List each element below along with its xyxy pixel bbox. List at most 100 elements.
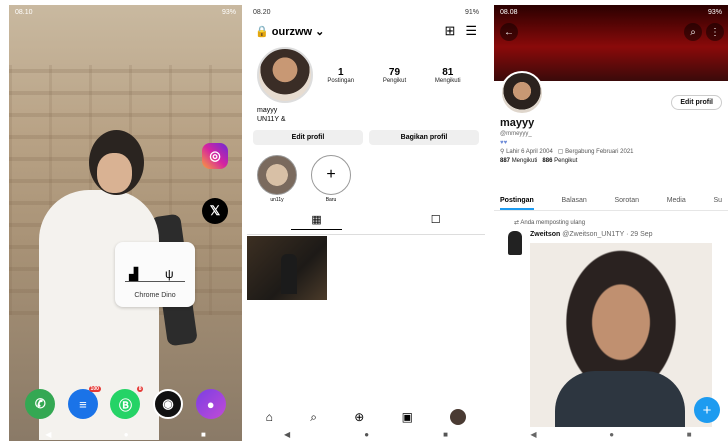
profile-actions: Edit profil Bagikan profil xyxy=(247,124,485,151)
more-options-icon[interactable]: ⋮ xyxy=(706,23,724,41)
new-highlight[interactable]: + Baru xyxy=(311,155,351,203)
profile-avatar[interactable] xyxy=(257,47,313,103)
profile-dates: ⚲ Lahir 6 April 2004 ▢ Bergabung Februar… xyxy=(500,148,722,157)
status-bar: 08.08 93% xyxy=(494,5,728,19)
tweet-handle: @Zweitson_UN1TY · 29 Sep xyxy=(562,231,653,238)
profile-info: mayyy @mmeyyy_ ♥♥ ⚲ Lahir 6 April 2004 ▢… xyxy=(500,117,722,166)
nav-home-button[interactable]: ● xyxy=(609,430,614,439)
status-battery: 91% xyxy=(464,8,479,16)
grid-tab-icon[interactable]: ▦ xyxy=(291,213,342,230)
nav-recents-button[interactable]: ■ xyxy=(443,430,448,439)
post-thumbnail[interactable] xyxy=(247,236,327,300)
profile-banner: 08.08 93% ← ⌕ ⋮ xyxy=(494,5,728,81)
tagged-tab-icon[interactable]: ☐ xyxy=(431,213,441,230)
following-link[interactable]: 887 Mengikuti xyxy=(500,158,537,164)
highlight-label: un11y xyxy=(270,197,284,203)
user-handle: @mmeyyy_ xyxy=(500,131,532,137)
create-post-icon[interactable]: ⊞ xyxy=(444,23,455,39)
whatsapp-app-icon[interactable]: Ⓑ 8 xyxy=(110,386,144,419)
stat-posts[interactable]: 1 Postingan xyxy=(327,67,354,84)
system-nav-bar: ◀ ● ■ xyxy=(494,427,728,441)
status-time: 08.08 xyxy=(500,8,518,16)
display-name: mayyy xyxy=(257,107,278,114)
chrome-dino-widget[interactable]: ▟ ψ Chrome Dino xyxy=(115,242,195,307)
phone-app-icon[interactable]: ✆ xyxy=(25,389,56,419)
wallpaper-person-face xyxy=(97,153,132,193)
stat-followers[interactable]: 79 Pengikut xyxy=(383,67,406,84)
dino-game-icon: ▟ ψ xyxy=(125,264,185,282)
messages-app-icon[interactable]: ≡ 100 xyxy=(67,386,101,419)
tab-replies[interactable]: Balasan xyxy=(562,197,587,210)
app-dock: ✆ ≡ 100 Ⓑ 8 ◉ ● xyxy=(19,386,232,419)
bio-hearts: ♥♥ xyxy=(500,140,508,146)
menu-icon[interactable]: ☰ xyxy=(465,23,477,39)
profile-tabs: ▦ ☐ xyxy=(247,209,485,235)
search-icon[interactable]: ⌕ xyxy=(310,410,317,425)
status-time: 08.10 xyxy=(15,8,33,16)
highlight-thumbnail xyxy=(257,155,297,195)
stat-followers-count: 79 xyxy=(388,66,401,78)
edit-profile-button[interactable]: Edit profil xyxy=(671,95,722,110)
status-bar: 08.10 93% xyxy=(9,5,242,19)
profile-avatar[interactable] xyxy=(500,71,544,115)
instagram-app-icon[interactable]: ◎ xyxy=(202,143,228,169)
x-app-icon[interactable]: 𝕏 xyxy=(202,198,228,224)
highlight-item[interactable]: un11y xyxy=(257,155,297,203)
followers-count: 886 xyxy=(542,158,553,164)
nav-back-button[interactable]: ◀ xyxy=(284,430,290,439)
profile-header: 🔒 ourzww ⌄ ⊞ ☰ xyxy=(247,19,485,43)
profile-bio: mayyy UN11Y & xyxy=(247,103,485,124)
messages-badge: 100 xyxy=(88,386,101,392)
followers-label: Pengikut xyxy=(554,158,578,164)
birthday-icon: ⚲ xyxy=(500,149,505,155)
add-post-icon[interactable]: ⊕ xyxy=(354,410,364,424)
join-date: Bergabung Februari 2021 xyxy=(565,149,634,155)
stat-posts-label: Postingan xyxy=(327,77,355,84)
follow-counts: 887 Mengikuti 886 Pengikut xyxy=(500,157,722,166)
following-count: 887 xyxy=(500,158,511,164)
widget-label: Chrome Dino xyxy=(134,292,176,299)
back-arrow-icon[interactable]: ← xyxy=(500,23,518,41)
calendar-icon: ▢ xyxy=(557,149,564,155)
repost-label: Anda memposting ulang xyxy=(520,220,586,226)
search-icon[interactable]: ⌕ xyxy=(684,23,702,41)
stat-following-count: 81 xyxy=(442,66,454,78)
phone-x-profile: 08.08 93% ← ⌕ ⋮ Edit profil mayyy @mmeyy… xyxy=(494,5,728,441)
nav-home-button[interactable]: ● xyxy=(124,430,129,439)
tab-posts[interactable]: Postingan xyxy=(500,197,534,210)
tab-media[interactable]: Media xyxy=(667,197,686,210)
compose-plus-icon[interactable]: + xyxy=(694,397,720,423)
following-label: Mengikuti xyxy=(511,158,538,164)
nav-recents-button[interactable]: ■ xyxy=(201,430,206,439)
nav-home-button[interactable]: ● xyxy=(364,430,369,439)
username: ourzww xyxy=(271,25,313,38)
tweet-photo[interactable] xyxy=(530,243,712,441)
edit-profile-button[interactable]: Edit profil xyxy=(253,130,363,145)
profile-tabs: Postingan Balasan Sorotan Media Su xyxy=(494,197,728,211)
camera-app-icon[interactable]: ◉ xyxy=(153,389,184,419)
home-icon[interactable]: ⌂ xyxy=(266,410,273,424)
nav-back-button[interactable]: ◀ xyxy=(45,430,51,439)
nav-recents-button[interactable]: ■ xyxy=(687,430,692,439)
repost-icon: ⇄ xyxy=(514,220,520,226)
username-switcher[interactable]: 🔒 ourzww ⌄ xyxy=(255,25,324,38)
reels-icon[interactable]: ▣ xyxy=(402,410,413,424)
phone-home-screen: 08.10 93% ◎ 𝕏 ▟ ψ Chrome Dino ✆ ≡ 100 Ⓑ 8 … xyxy=(9,5,242,441)
followers-link[interactable]: 886 Pengikut xyxy=(542,158,577,164)
whatsapp-badge: 8 xyxy=(136,386,144,392)
stat-followers-label: Pengikut xyxy=(382,77,407,84)
profile-stats: 1 Postingan 79 Pengikut 81 Mengikuti xyxy=(313,67,475,84)
browser-app-icon[interactable]: ● xyxy=(195,389,226,419)
profile-tab-avatar[interactable] xyxy=(450,409,467,425)
tab-more[interactable]: Su xyxy=(713,197,722,210)
status-battery: 93% xyxy=(707,8,722,16)
tweet-author-avatar[interactable] xyxy=(508,231,522,255)
tweet-header: Zweitson @Zweitson_UN1TY · 29 Sep xyxy=(530,231,653,238)
nav-back-button[interactable]: ◀ xyxy=(530,430,536,439)
tweet-author[interactable]: Zweitson xyxy=(530,231,560,238)
status-time: 08.20 xyxy=(253,8,271,16)
stat-following[interactable]: 81 Mengikuti xyxy=(435,67,461,84)
share-profile-button[interactable]: Bagikan profil xyxy=(369,130,479,145)
display-name: mayyy xyxy=(500,117,535,129)
tab-highlights[interactable]: Sorotan xyxy=(614,197,639,210)
